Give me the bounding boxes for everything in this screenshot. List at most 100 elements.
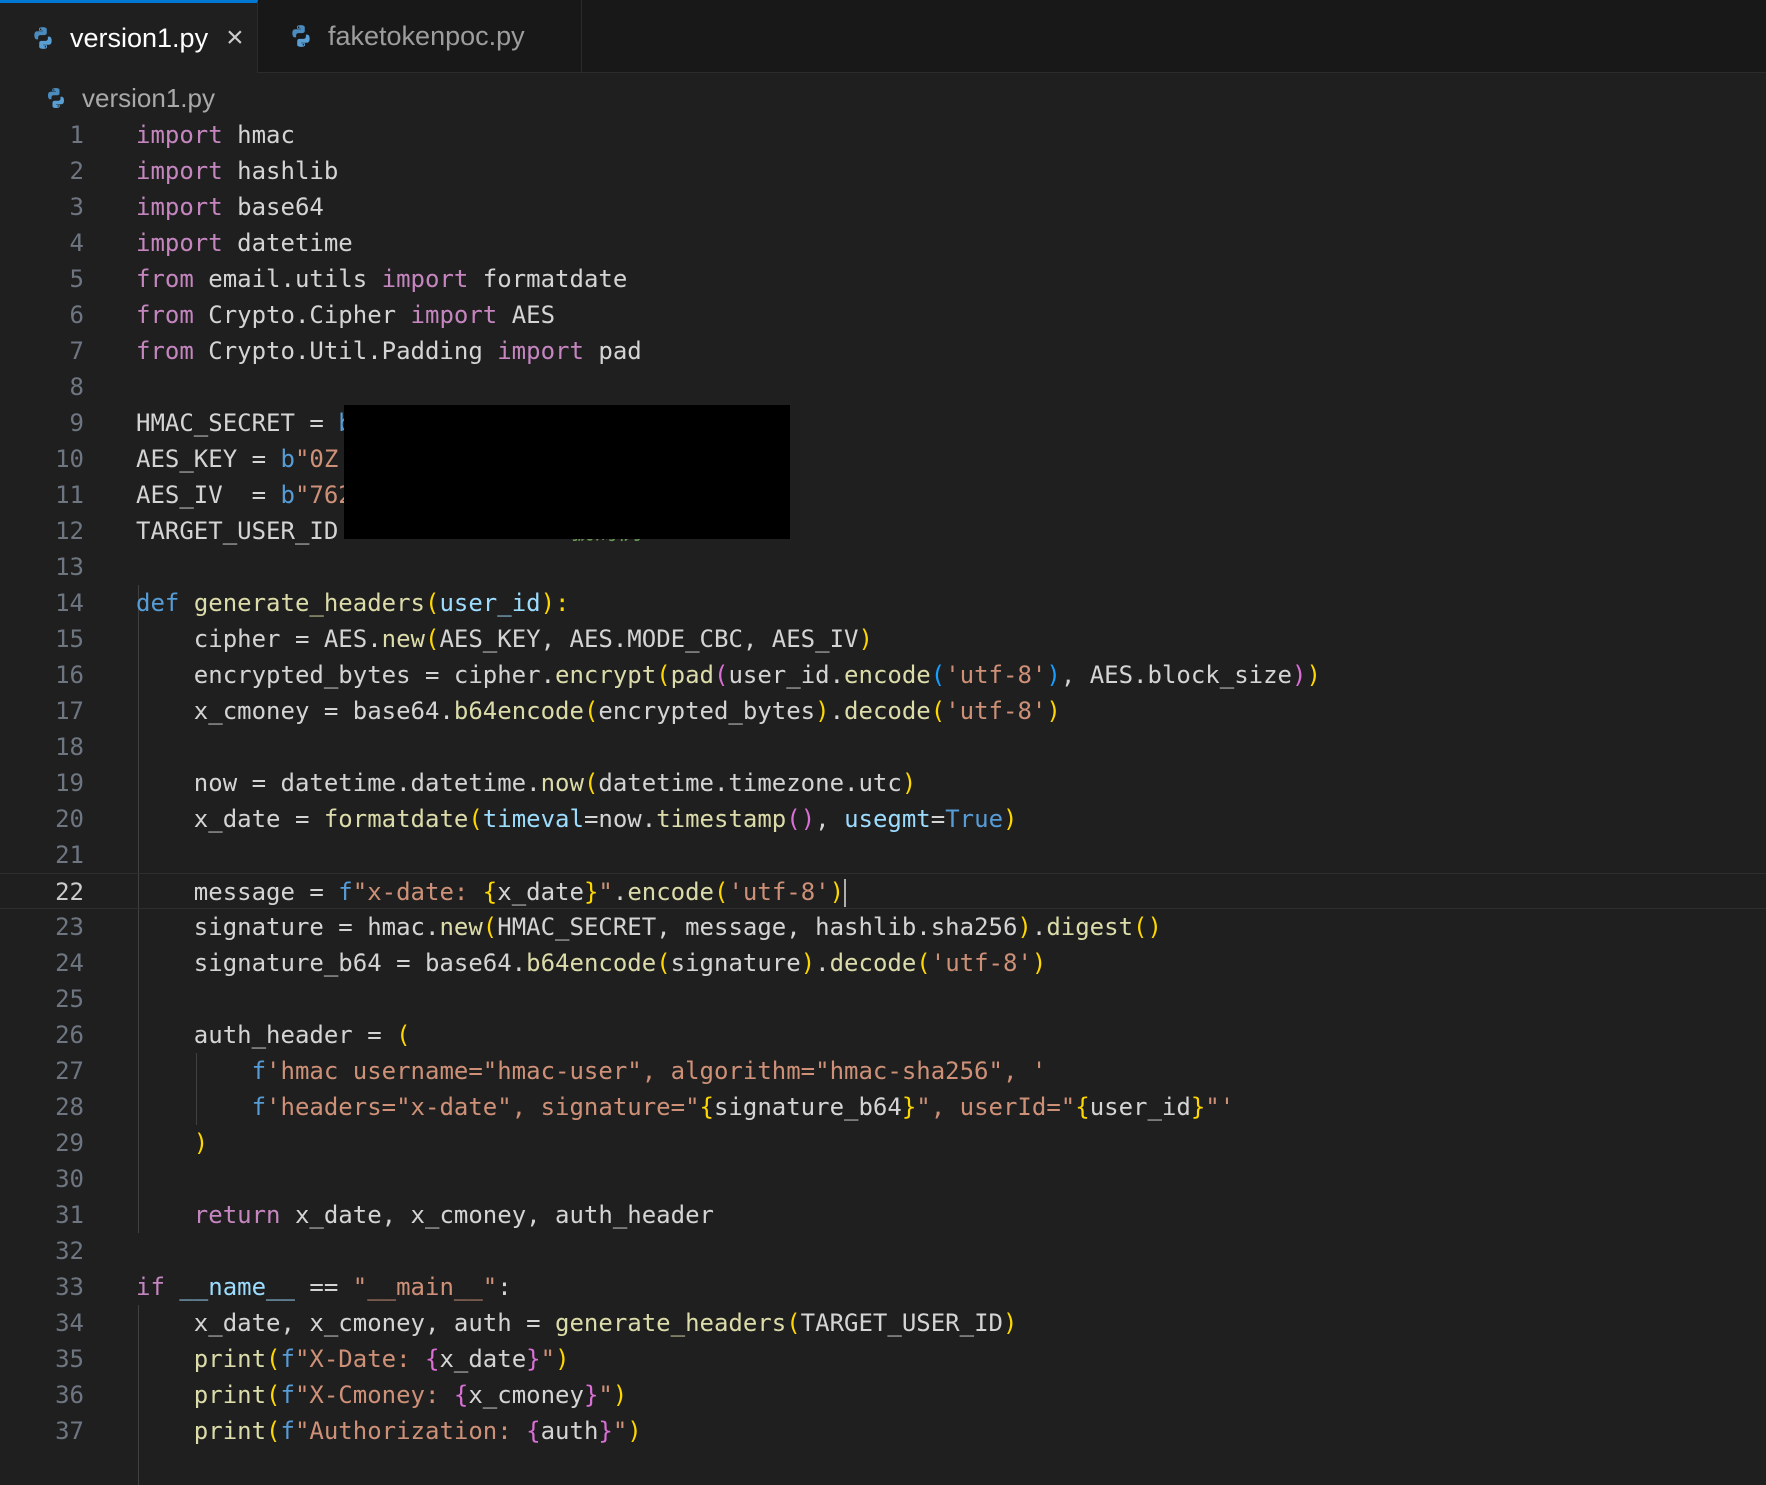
code-line[interactable]: 23 signature = hmac.new(HMAC_SECRET, mes… xyxy=(0,909,1766,945)
code-token: datetime.timezone.utc xyxy=(598,769,902,797)
line-number: 28 xyxy=(55,1093,84,1121)
code-token: signature xyxy=(670,949,801,977)
code-line[interactable]: 1 import hmac xyxy=(0,117,1766,153)
code-line[interactable]: 2 import hashlib xyxy=(0,153,1766,189)
line-number: 33 xyxy=(55,1273,84,1301)
code-line[interactable]: 14 def generate_headers(user_id): xyxy=(0,585,1766,621)
code-line[interactable]: 20 x_date = formatdate(timeval=now.times… xyxy=(0,801,1766,837)
tab-version1[interactable]: version1.py × xyxy=(0,0,258,73)
code-line[interactable]: 12TARGET_USER_ID 號為例 xyxy=(0,513,1766,549)
code-token: x_cmoney xyxy=(468,1381,584,1409)
code-token: pad xyxy=(583,337,642,365)
code-line[interactable]: 31 return x_date, x_cmoney, auth_header xyxy=(0,1197,1766,1233)
code-line[interactable]: 9 HMAC_SECRET = b xyxy=(0,405,1766,441)
breadcrumb[interactable]: version1.py xyxy=(44,78,215,118)
code-token: ) xyxy=(193,1129,209,1157)
code-line[interactable]: 3 import base64 xyxy=(0,189,1766,225)
code-line[interactable]: 26 auth_header = ( xyxy=(0,1017,1766,1053)
code-text: from Crypto.Cipher import AES xyxy=(136,297,555,333)
close-icon[interactable]: × xyxy=(226,23,244,53)
code-line[interactable]: 6 from Crypto.Cipher import AES xyxy=(0,297,1766,333)
code-line[interactable]: 18 xyxy=(0,729,1766,765)
code-token: ): xyxy=(540,589,570,617)
code-line[interactable]: 11 AES_IV = b"762 xyxy=(0,477,1766,513)
tab-faketokenpoc[interactable]: faketokenpoc.py xyxy=(258,0,582,72)
code-line[interactable]: 7 from Crypto.Util.Padding import pad xyxy=(0,333,1766,369)
code-token: email.utils xyxy=(193,265,382,293)
code-token: ) xyxy=(829,878,845,906)
code-token: "x-date: xyxy=(352,878,483,906)
line-number: 32 xyxy=(55,1237,84,1265)
code-line[interactable]: 30 xyxy=(0,1161,1766,1197)
code-token: encrypted_bytes = cipher. xyxy=(136,661,556,689)
line-number: 31 xyxy=(55,1201,84,1229)
line-number: 34 xyxy=(55,1309,84,1337)
code-token: ( xyxy=(583,697,599,725)
code-token: 'utf-8' xyxy=(945,661,1047,689)
code-token: ) xyxy=(1003,805,1018,833)
code-token: cipher = AES. xyxy=(136,625,382,653)
line-number: 36 xyxy=(55,1381,84,1409)
code-line[interactable]: 22 message = f"x-date: {x_date}".encode(… xyxy=(0,873,1766,909)
code-token: () xyxy=(786,805,816,833)
code-line[interactable]: 37 print(f"Authorization: {auth}") xyxy=(0,1413,1766,1449)
code-token: ( xyxy=(714,878,729,906)
code-token: def xyxy=(136,589,180,617)
code-token: ( xyxy=(656,661,671,689)
code-token: b xyxy=(280,445,295,473)
code-line[interactable]: 24 signature_b64 = base64.b64encode(sign… xyxy=(0,945,1766,981)
code-text: x_date, x_cmoney, auth = generate_header… xyxy=(136,1305,1018,1341)
code-line[interactable]: 15 cipher = AES.new(AES_KEY, AES.MODE_CB… xyxy=(0,621,1766,657)
line-number: 5 xyxy=(69,265,84,293)
code-line[interactable]: 13 xyxy=(0,549,1766,585)
code-text: print(f"X-Date: {x_date}") xyxy=(136,1341,570,1377)
code-token: . xyxy=(1031,913,1047,941)
code-token: ( xyxy=(482,913,498,941)
python-file-icon xyxy=(48,88,64,108)
code-line[interactable]: 28 f'headers="x-date", signature="{signa… xyxy=(0,1089,1766,1125)
code-text: f'hmac username="hmac-user", algorithm="… xyxy=(136,1053,1047,1089)
code-token: return xyxy=(193,1201,281,1229)
code-token: ) xyxy=(858,625,873,653)
code-token: { xyxy=(699,1093,714,1121)
code-token: auth_header = xyxy=(136,1021,397,1049)
code-line[interactable]: 36 print(f"X-Cmoney: {x_cmoney}") xyxy=(0,1377,1766,1413)
breadcrumb-file: version1.py xyxy=(82,82,215,113)
line-number: 30 xyxy=(55,1165,84,1193)
code-token: AES_KEY = xyxy=(136,445,281,473)
code-line[interactable]: 33 if __name__ == "__main__": xyxy=(0,1269,1766,1305)
line-number: 6 xyxy=(69,301,84,329)
code-token: ) xyxy=(800,949,816,977)
code-token: 'utf-8' xyxy=(945,697,1047,725)
code-line[interactable]: 5 from email.utils import formatdate xyxy=(0,261,1766,297)
code-line[interactable]: 10 AES_KEY = b"0Z xyxy=(0,441,1766,477)
code-text: AES_IV = b"762 xyxy=(136,477,353,513)
code-token: generate_headers xyxy=(555,1309,787,1337)
code-line[interactable]: 8 xyxy=(0,369,1766,405)
code-token: " xyxy=(612,1417,628,1445)
code-line[interactable]: 25 xyxy=(0,981,1766,1017)
code-line[interactable]: 32 xyxy=(0,1233,1766,1269)
code-line[interactable]: 16 encrypted_bytes = cipher.encrypt(pad(… xyxy=(0,657,1766,693)
code-token: datetime xyxy=(222,229,353,257)
code-line[interactable]: 27 f'hmac username="hmac-user", algorith… xyxy=(0,1053,1766,1089)
code-token: x_date xyxy=(497,878,584,906)
code-token: AES_KEY, AES.MODE_CBC, AES_IV xyxy=(439,625,859,653)
code-text: auth_header = ( xyxy=(136,1017,411,1053)
code-token: f xyxy=(280,1345,295,1373)
code-token: . xyxy=(829,697,845,725)
code-line[interactable]: 4 import datetime xyxy=(0,225,1766,261)
code-token: from xyxy=(136,337,194,365)
code-token: ( xyxy=(930,661,946,689)
code-token: ) xyxy=(1031,949,1047,977)
code-line[interactable]: 34 x_date, x_cmoney, auth = generate_hea… xyxy=(0,1305,1766,1341)
code-line[interactable]: 21 xyxy=(0,837,1766,873)
code-line[interactable]: 17 x_cmoney = base64.b64encode(encrypted… xyxy=(0,693,1766,729)
code-line[interactable]: 35 print(f"X-Date: {x_date}") xyxy=(0,1341,1766,1377)
code-token: from xyxy=(136,301,194,329)
line-number: 25 xyxy=(55,985,84,1013)
code-line[interactable]: 29 ) xyxy=(0,1125,1766,1161)
code-line[interactable]: 19 now = datetime.datetime.now(datetime.… xyxy=(0,765,1766,801)
